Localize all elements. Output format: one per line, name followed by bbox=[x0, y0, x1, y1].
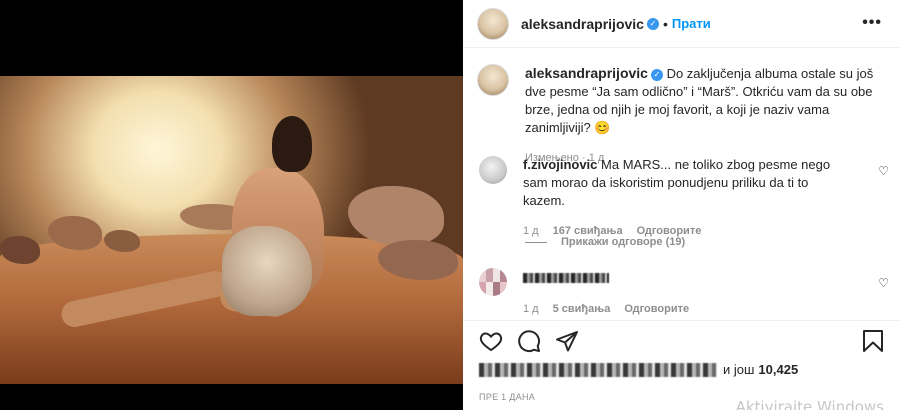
verified-icon: ✓ bbox=[650, 69, 663, 81]
view-replies-button[interactable]: Прикажи одговоре (19) bbox=[525, 236, 685, 248]
comments-area[interactable]: aleksandraprijovic ✓ Do zaključenja album… bbox=[463, 48, 900, 320]
author-avatar[interactable] bbox=[477, 7, 509, 40]
comment-like-icon[interactable]: ♡ bbox=[878, 276, 889, 290]
likes-and-label: и још bbox=[723, 362, 755, 377]
heart-icon[interactable] bbox=[479, 329, 503, 353]
commenter-username[interactable]: f.zivojinovic bbox=[523, 157, 597, 172]
photo-figure bbox=[272, 116, 312, 172]
more-icon[interactable]: ••• bbox=[862, 14, 882, 32]
comment-item: f.zivojinovic Ma MARS... ne toliko zbog … bbox=[477, 156, 889, 240]
action-bar bbox=[463, 320, 900, 360]
posted-time[interactable]: ПРЕ 1 ДАНА bbox=[479, 392, 535, 402]
post-side-panel: aleksandraprijovic ✓ • Прати ••• aleksan… bbox=[463, 0, 900, 410]
photo-rock bbox=[348, 186, 444, 246]
likes-summary[interactable]: и још 10,425 bbox=[479, 362, 798, 377]
post-caption: aleksandraprijovic ✓ Do zaključenja album… bbox=[477, 64, 887, 167]
likes-count[interactable]: 10,425 bbox=[758, 362, 798, 377]
commenter-avatar[interactable] bbox=[479, 268, 507, 296]
post-header: aleksandraprijovic ✓ • Прати ••• bbox=[463, 0, 900, 48]
comment-icon[interactable] bbox=[517, 329, 541, 353]
comment-meta: 1 д 5 свиђања Одговорите bbox=[523, 300, 853, 318]
replies-divider bbox=[525, 241, 547, 243]
post-photo[interactable] bbox=[0, 76, 463, 384]
comment-item: 1 д 5 свиђања Одговорите ♡ bbox=[477, 268, 889, 318]
redacted-comment bbox=[523, 272, 609, 283]
post-media[interactable] bbox=[0, 0, 463, 410]
view-replies-label: Прикажи одговоре (19) bbox=[561, 236, 686, 248]
commenter-avatar[interactable] bbox=[479, 156, 507, 184]
comment-like-icon[interactable]: ♡ bbox=[878, 164, 889, 178]
comment-likes[interactable]: 5 свиђања bbox=[553, 300, 611, 318]
comment-time[interactable]: 1 д bbox=[523, 300, 539, 318]
windows-activation-watermark: Aktivirajte Windows bbox=[735, 398, 884, 410]
redacted-likers bbox=[479, 362, 717, 377]
verified-icon: ✓ bbox=[646, 17, 659, 30]
reply-button[interactable]: Одговорите bbox=[624, 300, 689, 318]
photo-figure bbox=[222, 226, 312, 316]
follow-button[interactable]: Прати bbox=[672, 16, 711, 31]
bookmark-icon[interactable] bbox=[862, 329, 884, 353]
caption-username[interactable]: aleksandraprijovic bbox=[525, 65, 648, 81]
author-username[interactable]: aleksandraprijovic bbox=[521, 16, 644, 32]
caption-author-avatar[interactable] bbox=[477, 64, 509, 96]
header-separator: • bbox=[662, 15, 668, 32]
share-icon[interactable] bbox=[555, 329, 579, 353]
